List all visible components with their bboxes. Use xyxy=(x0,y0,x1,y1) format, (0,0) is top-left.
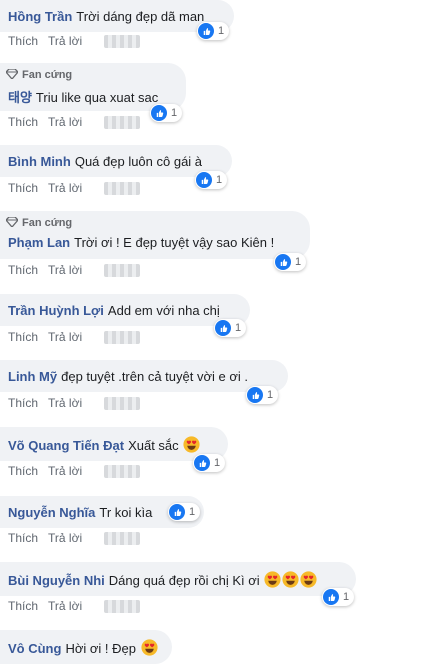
like-action[interactable]: Thích xyxy=(8,599,38,613)
reply-action[interactable]: Trả lời xyxy=(48,181,82,195)
reply-action[interactable]: Trả lời xyxy=(48,396,82,410)
like-icon xyxy=(198,23,214,39)
like-icon xyxy=(215,320,231,336)
comment-author[interactable]: Phạm Lan xyxy=(8,235,70,250)
reaction-count[interactable]: 1 xyxy=(168,503,201,521)
heart-eyes-emoji-icon xyxy=(282,571,299,588)
like-icon xyxy=(169,504,185,520)
reaction-count[interactable]: 1 xyxy=(274,253,307,271)
like-action[interactable]: Thích xyxy=(8,396,38,410)
comment-item: Linh Mỹ đẹp tuyệt .trên cả tuyệt vời e ơi… xyxy=(0,360,429,420)
timestamp-blurred xyxy=(104,35,140,48)
comment-author[interactable]: Nguyễn Nghĩa xyxy=(8,505,95,520)
comment-item: Vô Cùng Hời ơi ! Đẹp xyxy=(0,630,429,664)
comment-author[interactable]: Trần Huỳnh Lợi xyxy=(8,303,104,318)
comment-bubble: Bùi Nguyễn Nhi Dáng quá đẹp rồi chị Kì ơi xyxy=(0,562,356,596)
reply-action[interactable]: Trả lời xyxy=(48,115,82,129)
comment-text: Quá đẹp luôn cô gái à xyxy=(74,154,203,169)
comment-bubble: Võ Quang Tiến Đạt Xuất sắc xyxy=(0,427,228,461)
reaction-count[interactable]: 1 xyxy=(150,104,183,122)
timestamp-blurred xyxy=(104,600,140,613)
reply-action[interactable]: Trả lời xyxy=(48,531,82,545)
comment-author[interactable]: 태양 xyxy=(8,90,32,105)
fan-badge: Fan cứng xyxy=(6,217,72,229)
comment-item: Võ Quang Tiến Đạt Xuất sắc 1 Thích Trả lời xyxy=(0,427,429,487)
heart-eyes-emoji-icon xyxy=(300,571,317,588)
like-icon xyxy=(275,254,291,270)
comment-text: Trời ơi ! E đẹp tuyệt vậy sao Kiên ! xyxy=(74,235,275,250)
comment-item: Bùi Nguyễn Nhi Dáng quá đẹp rồi chị Kì ơi… xyxy=(0,562,429,622)
like-action[interactable]: Thích xyxy=(8,115,38,129)
comment-bubble: Fan cứng Phạm Lan Trời ơi ! E đẹp tuyệt v… xyxy=(0,211,310,259)
comment-author[interactable]: Bình Minh xyxy=(8,154,71,169)
like-action[interactable]: Thích xyxy=(8,181,38,195)
like-icon xyxy=(247,387,263,403)
timestamp-blurred xyxy=(104,397,140,410)
reaction-count[interactable]: 1 xyxy=(193,454,226,472)
comment-item: Bình Minh Quá đẹp luôn cô gái à 1 Thích Tr… xyxy=(0,145,429,205)
like-action[interactable]: Thích xyxy=(8,330,38,344)
like-action[interactable]: Thích xyxy=(8,464,38,478)
heart-eyes-emoji-icon xyxy=(264,571,281,588)
like-action[interactable]: Thích xyxy=(8,531,38,545)
reply-action[interactable]: Trả lời xyxy=(48,464,82,478)
heart-eyes-emoji-icon xyxy=(141,639,158,656)
reply-action[interactable]: Trả lời xyxy=(48,34,82,48)
like-icon xyxy=(323,589,339,605)
comment-bubble: Linh Mỹ đẹp tuyệt .trên cả tuyệt vời e ơi… xyxy=(0,360,288,392)
reaction-count[interactable]: 1 xyxy=(214,319,247,337)
comment-text: Trời dáng đẹp dã man xyxy=(76,9,205,24)
comment-author[interactable]: Linh Mỹ xyxy=(8,369,57,384)
reply-action[interactable]: Trả lời xyxy=(48,263,82,277)
reaction-count[interactable]: 1 xyxy=(195,171,228,189)
comment-item: Fan cứng Phạm Lan Trời ơi ! E đẹp tuyệt v… xyxy=(0,211,429,281)
comment-author[interactable]: Võ Quang Tiến Đạt xyxy=(8,438,124,453)
comment-bubble: Trần Huỳnh Lợi Add em với nha chị xyxy=(0,294,250,326)
diamond-icon xyxy=(6,69,18,79)
reply-action[interactable]: Trả lời xyxy=(48,599,82,613)
comment-item: Nguyễn Nghĩa Tr koi kìa 1 Thích Trả lời xyxy=(0,496,429,554)
like-icon xyxy=(194,455,210,471)
reaction-count[interactable]: 1 xyxy=(322,588,355,606)
comment-text: Add em với nha chị xyxy=(107,303,220,318)
timestamp-blurred xyxy=(104,116,140,129)
comment-item: Trần Huỳnh Lợi Add em với nha chị 1 Thích… xyxy=(0,294,429,354)
comment-item: Fan cứng 태양 Triu like qua xuat sac 1 Thíc… xyxy=(0,63,429,133)
like-action[interactable]: Thích xyxy=(8,34,38,48)
heart-eyes-emoji-icon xyxy=(183,436,200,453)
reaction-count[interactable]: 1 xyxy=(197,22,230,40)
timestamp-blurred xyxy=(104,264,140,277)
diamond-icon xyxy=(6,217,18,227)
like-action[interactable]: Thích xyxy=(8,263,38,277)
comment-text: Triu like qua xuat sac xyxy=(35,90,159,105)
fan-badge: Fan cứng xyxy=(6,69,72,81)
comment-text: Xuất sắc xyxy=(128,438,179,453)
comment-author[interactable]: Hồng Trần xyxy=(8,9,72,24)
comment-item: Hồng Trần Trời dáng đẹp dã man 1 Thích Trả… xyxy=(0,0,429,60)
reaction-count[interactable]: 1 xyxy=(246,386,279,404)
like-icon xyxy=(151,105,167,121)
timestamp-blurred xyxy=(104,331,140,344)
like-icon xyxy=(196,172,212,188)
timestamp-blurred xyxy=(104,465,140,478)
comment-text: đẹp tuyệt .trên cả tuyệt vời e ơi . xyxy=(61,369,248,384)
reply-action[interactable]: Trả lời xyxy=(48,330,82,344)
comment-text: Dáng quá đẹp rồi chị Kì ơi xyxy=(108,573,260,588)
comment-author[interactable]: Bùi Nguyễn Nhi xyxy=(8,573,105,588)
comment-bubble: Vô Cùng Hời ơi ! Đẹp xyxy=(0,630,172,664)
comment-text: Tr koi kìa xyxy=(99,505,153,520)
timestamp-blurred xyxy=(104,532,140,545)
timestamp-blurred xyxy=(104,182,140,195)
